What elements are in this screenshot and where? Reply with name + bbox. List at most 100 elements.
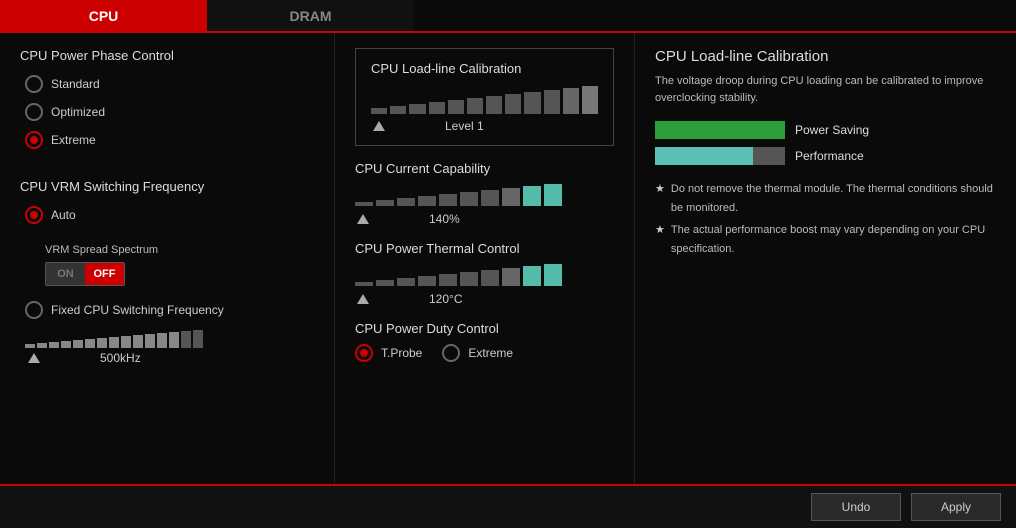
th-9 <box>523 266 541 286</box>
stair-6 <box>85 339 95 348</box>
current-staircase <box>355 184 562 206</box>
star-1: ★ <box>655 180 665 217</box>
tab-dram[interactable]: DRAM <box>207 0 414 31</box>
current-value: 140% <box>429 212 460 226</box>
cb-10 <box>544 90 560 114</box>
note-2-text: The actual performance boost may vary de… <box>671 221 996 258</box>
toggle-off[interactable]: OFF <box>85 263 124 285</box>
bar-green-inner <box>655 121 785 139</box>
duty-title: CPU Power Duty Control <box>355 321 614 336</box>
stair-7 <box>97 338 107 348</box>
right-desc: The voltage droop during CPU loading can… <box>655 73 996 106</box>
freq-slider[interactable]: 500kHz <box>20 329 314 365</box>
radio-circle-extreme <box>25 131 43 149</box>
spread-spectrum-container: VRM Spread Spectrum ON OFF <box>45 244 314 286</box>
note-2: ★ The actual performance boost may vary … <box>655 221 996 258</box>
phase-option-optimized[interactable]: Optimized <box>25 103 314 121</box>
cb-6 <box>467 98 483 114</box>
thermal-title: CPU Power Thermal Control <box>355 241 614 256</box>
duty-radio-extreme <box>442 344 460 362</box>
vrm-title: CPU VRM Switching Frequency <box>20 179 314 194</box>
phase-option-standard[interactable]: Standard <box>25 75 314 93</box>
curr-1 <box>355 202 373 206</box>
loadline-box: CPU Load-line Calibration <box>355 48 614 146</box>
radio-circle-standard <box>25 75 43 93</box>
cb-1 <box>371 108 387 114</box>
cb-12 <box>582 86 598 114</box>
tab-bar: CPU DRAM <box>0 0 1016 33</box>
stair-4 <box>61 341 71 348</box>
phase-option-extreme[interactable]: Extreme <box>25 131 314 149</box>
th-7 <box>481 270 499 286</box>
stair-5 <box>73 340 83 348</box>
radio-circle-auto <box>25 206 43 224</box>
undo-button[interactable]: Undo <box>811 493 901 521</box>
loadline-thumb <box>373 121 385 131</box>
th-4 <box>418 276 436 286</box>
bar-cyan-label: Performance <box>795 149 864 163</box>
radio-circle-optimized <box>25 103 43 121</box>
spread-label: VRM Spread Spectrum <box>45 244 314 256</box>
calib-bars <box>371 86 598 114</box>
apply-button[interactable]: Apply <box>911 493 1001 521</box>
freq-slider-track <box>25 329 314 349</box>
th-1 <box>355 282 373 286</box>
cb-11 <box>563 88 579 114</box>
bar-gray-end <box>753 147 786 165</box>
loadline-staircase <box>371 86 598 114</box>
cb-9 <box>524 92 540 114</box>
phase-control-title: CPU Power Phase Control <box>20 48 314 63</box>
loadline-thumb-row: Level 1 <box>371 119 598 133</box>
bar-row-green: Power Saving <box>655 121 996 139</box>
duty-section: CPU Power Duty Control T.Probe Extreme <box>355 321 614 362</box>
duty-extreme[interactable]: Extreme <box>442 344 513 362</box>
fixed-freq-option[interactable]: Fixed CPU Switching Frequency <box>25 301 314 319</box>
main-content: CPU Power Phase Control Standard Optimiz… <box>0 33 1016 484</box>
vrm-section: CPU VRM Switching Frequency Auto VRM Spr… <box>20 179 314 365</box>
th-2 <box>376 280 394 286</box>
curr-6 <box>460 192 478 206</box>
current-section: CPU Current Capability 140% <box>355 161 614 226</box>
star-2: ★ <box>655 221 665 258</box>
th-6 <box>460 272 478 286</box>
current-thumb <box>357 214 369 224</box>
stair-15 <box>193 330 203 348</box>
curr-9 <box>523 186 541 206</box>
right-panel: CPU Load-line Calibration The voltage dr… <box>635 33 1016 484</box>
bar-legend: Power Saving Performance <box>655 121 996 165</box>
vrm-radio-group: Auto <box>25 206 314 224</box>
cb-8 <box>505 94 521 114</box>
curr-2 <box>376 200 394 206</box>
note-1: ★ Do not remove the thermal module. The … <box>655 180 996 217</box>
vrm-auto-option[interactable]: Auto <box>25 206 314 224</box>
freq-staircase <box>25 330 203 348</box>
tab-cpu[interactable]: CPU <box>0 0 207 31</box>
duty-radio-tprobe <box>355 344 373 362</box>
bar-green-fill <box>655 121 785 139</box>
current-title: CPU Current Capability <box>355 161 614 176</box>
loadline-title: CPU Load-line Calibration <box>371 61 598 76</box>
duty-radio-group: T.Probe Extreme <box>355 344 614 362</box>
cb-3 <box>409 104 425 114</box>
spread-toggle[interactable]: ON OFF <box>45 262 125 286</box>
curr-4 <box>418 196 436 206</box>
footer: Undo Apply <box>0 484 1016 528</box>
phase-radio-group: Standard Optimized Extreme <box>25 75 314 149</box>
stair-1 <box>25 344 35 348</box>
stair-2 <box>37 343 47 348</box>
th-3 <box>397 278 415 286</box>
stair-10 <box>133 335 143 348</box>
bar-cyan-inner <box>655 147 753 165</box>
current-slider-row <box>355 184 614 210</box>
cb-2 <box>390 106 406 114</box>
toggle-on[interactable]: ON <box>46 263 85 285</box>
duty-tprobe[interactable]: T.Probe <box>355 344 422 362</box>
stair-14 <box>181 331 191 348</box>
stair-3 <box>49 342 59 348</box>
cb-4 <box>429 102 445 114</box>
thermal-section: CPU Power Thermal Control 120°C <box>355 241 614 306</box>
cb-7 <box>486 96 502 114</box>
curr-5 <box>439 194 457 206</box>
curr-7 <box>481 190 499 206</box>
stair-9 <box>121 336 131 348</box>
